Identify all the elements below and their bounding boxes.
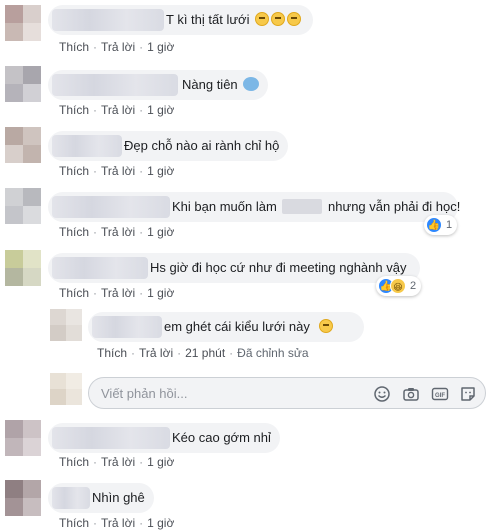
- blurred-author-name: [52, 487, 90, 509]
- reaction-count: 2: [410, 280, 417, 292]
- reply-link[interactable]: Trả lời: [101, 225, 135, 239]
- avatar[interactable]: [5, 420, 41, 456]
- avatar[interactable]: [5, 250, 41, 286]
- comment-text: Kéo cao gớm nhỉ: [172, 430, 271, 445]
- reply-actions: Thích · Trả lời · 21 phút · Đã chỉnh sửa: [97, 346, 309, 360]
- reply-link[interactable]: Trả lời: [139, 346, 173, 360]
- comment-actions: Thích · Trả lời · 1 giờ: [59, 164, 175, 178]
- reply-bubble: em ghét cái kiểu lưới này: [88, 312, 364, 342]
- avatar[interactable]: [5, 5, 41, 41]
- reply-link[interactable]: Trả lời: [101, 164, 135, 178]
- comment-bubble: Kéo cao gớm nhỉ: [48, 423, 280, 453]
- reply-input[interactable]: [99, 385, 363, 402]
- like-link[interactable]: Thích: [59, 40, 89, 54]
- blurred-author-name: [52, 9, 164, 31]
- blurred-author-name: [92, 316, 162, 338]
- avatar[interactable]: [50, 309, 82, 341]
- fairy-emoji-icon: [243, 77, 260, 91]
- unamused-emoji-icon: [287, 12, 302, 26]
- comment-bubble: Hs giờ đi học cứ như đi meeting nghành v…: [48, 253, 420, 283]
- comment-actions: Thích · Trả lời · 1 giờ: [59, 516, 175, 530]
- reaction-summary[interactable]: 👍 😆 2: [376, 276, 422, 296]
- like-link[interactable]: Thích: [59, 103, 89, 117]
- camera-icon[interactable]: [402, 385, 420, 403]
- timestamp[interactable]: 1 giờ: [147, 103, 174, 117]
- reaction-count: 1: [446, 219, 453, 231]
- reply-link[interactable]: Trả lời: [101, 455, 135, 469]
- blurred-author-name: [52, 135, 122, 157]
- timestamp[interactable]: 21 phút: [185, 346, 225, 360]
- reply-link[interactable]: Trả lời: [101, 40, 135, 54]
- comment-text: Nàng tiên: [182, 77, 260, 93]
- comment-text: Hs giờ đi học cứ như đi meeting nghành v…: [150, 260, 407, 275]
- comment-text: Khi bạn muốn làm nhưng vẫn phải đi học!: [172, 199, 461, 214]
- reaction-summary[interactable]: 👍 1: [424, 215, 458, 235]
- timestamp[interactable]: 1 giờ: [147, 40, 174, 54]
- timestamp[interactable]: 1 giờ: [147, 516, 174, 530]
- gif-icon[interactable]: GIF: [431, 385, 449, 403]
- blurred-author-name: [52, 74, 178, 96]
- comment-text: Nhìn ghê: [92, 490, 145, 505]
- comment-actions: Thích · Trả lời · 1 giờ: [59, 286, 175, 300]
- timestamp[interactable]: 1 giờ: [147, 164, 174, 178]
- timestamp[interactable]: 1 giờ: [147, 455, 174, 469]
- comment-actions: Thích · Trả lời · 1 giờ: [59, 455, 175, 469]
- blurred-word: [282, 199, 323, 214]
- reply-link[interactable]: Trả lời: [101, 286, 135, 300]
- comment-bubble: T kì thị tất lưới: [48, 5, 313, 35]
- timestamp[interactable]: 1 giờ: [147, 286, 174, 300]
- haha-reaction-icon: 😆: [390, 278, 406, 294]
- comment-text: T kì thị tất lưới: [166, 12, 302, 28]
- like-link[interactable]: Thích: [59, 225, 89, 239]
- avatar[interactable]: [5, 127, 41, 163]
- avatar[interactable]: [5, 480, 41, 516]
- comment-bubble: Nhìn ghê: [48, 483, 154, 513]
- expressionless-emoji-icon: [319, 319, 334, 333]
- like-link[interactable]: Thích: [59, 164, 89, 178]
- unamused-emoji-icon: [255, 12, 270, 26]
- comment-actions: Thích · Trả lời · 1 giờ: [59, 225, 175, 239]
- sticker-icon[interactable]: [459, 385, 477, 403]
- comment-bubble: Nàng tiên: [48, 70, 268, 100]
- comment-actions: Thích · Trả lời · 1 giờ: [59, 40, 175, 54]
- like-link[interactable]: Thích: [59, 455, 89, 469]
- like-reaction-icon: 👍: [426, 217, 442, 233]
- svg-text:GIF: GIF: [435, 393, 445, 399]
- edited-label: Đã chỉnh sửa: [237, 346, 309, 360]
- timestamp[interactable]: 1 giờ: [147, 225, 174, 239]
- reply-composer[interactable]: GIF: [88, 377, 486, 409]
- avatar: [50, 373, 82, 405]
- like-link[interactable]: Thích: [97, 346, 127, 360]
- blurred-author-name: [52, 196, 170, 218]
- comment-bubble: Đẹp chỗ nào ai rành chỉ hộ: [48, 131, 288, 161]
- comment-actions: Thích · Trả lời · 1 giờ: [59, 103, 175, 117]
- avatar[interactable]: [5, 66, 41, 102]
- reply-link[interactable]: Trả lời: [101, 516, 135, 530]
- like-link[interactable]: Thích: [59, 286, 89, 300]
- blurred-author-name: [52, 257, 148, 279]
- comment-text: Đẹp chỗ nào ai rành chỉ hộ: [124, 138, 280, 153]
- reply-link[interactable]: Trả lời: [101, 103, 135, 117]
- avatar[interactable]: [5, 188, 41, 224]
- reply-text: em ghét cái kiểu lưới này: [164, 319, 334, 335]
- comment-bubble: Khi bạn muốn làm nhưng vẫn phải đi học!: [48, 192, 461, 222]
- like-link[interactable]: Thích: [59, 516, 89, 530]
- emoji-icon[interactable]: [373, 385, 391, 403]
- blurred-author-name: [52, 427, 170, 449]
- unamused-emoji-icon: [271, 12, 286, 26]
